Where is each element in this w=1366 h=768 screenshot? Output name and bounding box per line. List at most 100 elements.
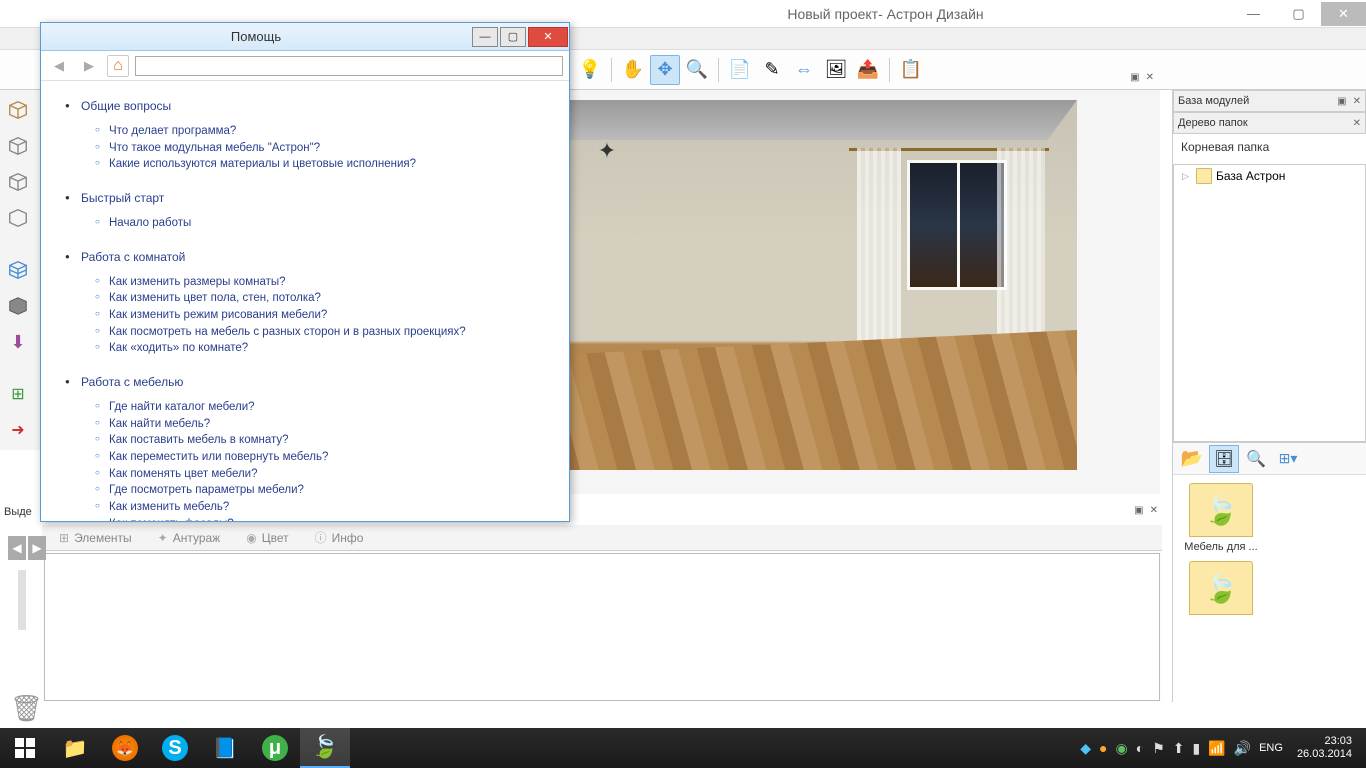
image-button[interactable]: 🖼 (821, 55, 851, 85)
panel-close-button[interactable]: ✕ (1150, 505, 1158, 516)
move-button[interactable]: ✥ (650, 55, 680, 85)
help-link[interactable]: Какие используются материалы и цветовые … (109, 156, 549, 173)
tab-elements[interactable]: ⊞Элементы (46, 526, 145, 550)
cube-1-button[interactable] (2, 94, 34, 126)
nav-next-button[interactable]: ▶ (28, 536, 46, 560)
module-item[interactable]: 🍃 (1181, 561, 1261, 615)
cube-3-button[interactable] (2, 166, 34, 198)
down-arrow-button[interactable]: ⬇ (2, 326, 34, 358)
help-minimize-button[interactable]: — (472, 27, 498, 47)
help-link[interactable]: Как поменять фасады? (109, 516, 549, 521)
module-folder-icon: 🍃 (1189, 561, 1253, 615)
export-button[interactable]: 📤 (853, 55, 883, 85)
tray-language[interactable]: ENG (1259, 742, 1283, 754)
folder-open-button[interactable]: 📂 (1177, 445, 1207, 473)
help-link[interactable]: Как поменять цвет мебели? (109, 466, 549, 483)
close-button[interactable]: ✕ (1321, 2, 1366, 26)
tray-icon[interactable]: ◉ (1116, 740, 1128, 757)
help-link[interactable]: Как «ходить» по комнате? (109, 340, 549, 357)
taskbar-clock[interactable]: 23:03 26.03.2014 (1291, 735, 1358, 761)
firefox-icon: 🦊 (112, 735, 138, 761)
module-label: Мебель для ... (1181, 541, 1261, 553)
taskbar-notepad[interactable]: 📘 (200, 728, 250, 768)
image-icon: 🖼 (825, 59, 848, 80)
help-link[interactable]: Начало работы (109, 215, 549, 232)
help-content[interactable]: Общие вопросыЧто делает программа?Что та… (41, 81, 569, 521)
taskbar-explorer[interactable]: 📁 (50, 728, 100, 768)
cube-icon (7, 171, 29, 193)
room-3d-view[interactable] (487, 100, 1077, 470)
skype-icon: S (162, 735, 188, 761)
clock-date: 26.03.2014 (1297, 748, 1352, 761)
view-large-button[interactable]: 🗄 (1209, 445, 1239, 473)
cube-2-button[interactable] (2, 130, 34, 162)
trash-icon[interactable]: 🗑 (10, 693, 43, 724)
help-search-input[interactable] (135, 56, 563, 76)
nav-prev-button[interactable]: ◀ (8, 536, 26, 560)
marker-button[interactable]: ➜ (2, 414, 34, 446)
document-button[interactable]: 📄 (725, 55, 755, 85)
tray-icon[interactable]: ◆ (1080, 740, 1091, 757)
bottom-tabs: ⊞Элементы ✦Антураж ◉Цвет ⓘИнфо (42, 525, 1162, 551)
tray-network-icon[interactable]: 📶 (1208, 740, 1225, 757)
tray-icon[interactable]: ⚑ (1152, 740, 1165, 757)
help-link[interactable]: Где посмотреть параметры мебели? (109, 482, 549, 499)
edit-button[interactable]: ✎ (757, 55, 787, 85)
help-link[interactable]: Как изменить размеры комнаты? (109, 274, 549, 291)
help-link[interactable]: Как посмотреть на мебель с разных сторон… (109, 324, 549, 341)
report-button[interactable]: 📋 (896, 55, 926, 85)
wireframe-button[interactable] (2, 254, 34, 286)
cube-4-button[interactable] (2, 202, 34, 234)
tab-color[interactable]: ◉Цвет (233, 526, 301, 550)
view-options-button[interactable]: ⊞▾ (1273, 445, 1303, 473)
viewport-close-button[interactable]: ✕ (1146, 72, 1154, 83)
module-item[interactable]: 🍃 Мебель для ... (1181, 483, 1261, 553)
help-link[interactable]: Как изменить мебель? (109, 499, 549, 516)
nav-arrows: ◀ ▶ (8, 536, 46, 560)
zoom-button[interactable]: 🔍 (682, 55, 712, 85)
taskbar-astron[interactable]: 🍃 (300, 728, 350, 768)
lightbulb-button[interactable]: 💡 (575, 55, 605, 85)
tab-entourage[interactable]: ✦Антураж (145, 526, 234, 550)
maximize-button[interactable]: ▢ (1276, 2, 1321, 26)
taskbar-skype[interactable]: S (150, 728, 200, 768)
panel-close-button[interactable]: ✕ (1353, 96, 1361, 107)
tab-info[interactable]: ⓘИнфо (302, 526, 377, 550)
pan-button[interactable]: ✋ (618, 55, 648, 85)
start-button[interactable] (0, 728, 50, 768)
taskbar-firefox[interactable]: 🦊 (100, 728, 150, 768)
taskbar-utorrent[interactable]: μ (250, 728, 300, 768)
tree-item-base[interactable]: ▷ База Астрон (1174, 165, 1365, 187)
help-link[interactable]: Как изменить режим рисования мебели? (109, 307, 549, 324)
help-maximize-button[interactable]: ▢ (500, 27, 526, 47)
tray-volume-icon[interactable]: 🔊 (1234, 740, 1251, 757)
tray-icon[interactable]: ◐ (1136, 740, 1144, 756)
resize-button[interactable]: ⇔ (789, 55, 819, 85)
help-link[interactable]: Что делает программа? (109, 123, 549, 140)
help-link[interactable]: Как переместить или повернуть мебель? (109, 449, 549, 466)
help-link[interactable]: Как поставить мебель в комнату? (109, 432, 549, 449)
dock-button[interactable]: ▣ (1337, 96, 1346, 107)
wireframe-icon (7, 259, 29, 281)
search-modules-button[interactable]: 🔍 (1241, 445, 1271, 473)
help-forward-button[interactable]: ▶ (77, 55, 101, 77)
dimension-button[interactable]: ⊞ (2, 378, 34, 410)
viewport-dock-button[interactable]: ▣ (1130, 72, 1139, 83)
help-close-button[interactable]: ✕ (528, 27, 568, 47)
panel-close-button[interactable]: ✕ (1353, 118, 1361, 129)
help-link[interactable]: Что такое модульная мебель "Астрон"? (109, 140, 549, 157)
vertical-slider[interactable] (18, 570, 26, 630)
minimize-button[interactable]: — (1231, 2, 1276, 26)
help-back-button[interactable]: ◀ (47, 55, 71, 77)
help-titlebar[interactable]: Помощь — ▢ ✕ (41, 23, 569, 51)
tree-expand-icon[interactable]: ▷ (1182, 171, 1192, 182)
tray-icon[interactable]: ▮ (1193, 740, 1201, 757)
help-link[interactable]: Где найти каталог мебели? (109, 399, 549, 416)
help-link[interactable]: Как найти мебель? (109, 416, 549, 433)
tray-icon[interactable]: ● (1099, 740, 1107, 756)
dock-button[interactable]: ▣ (1134, 505, 1143, 516)
tray-icon[interactable]: ⬆ (1173, 740, 1185, 757)
solid-button[interactable] (2, 290, 34, 322)
help-link[interactable]: Как изменить цвет пола, стен, потолка? (109, 290, 549, 307)
help-home-button[interactable]: ⌂ (107, 55, 129, 77)
